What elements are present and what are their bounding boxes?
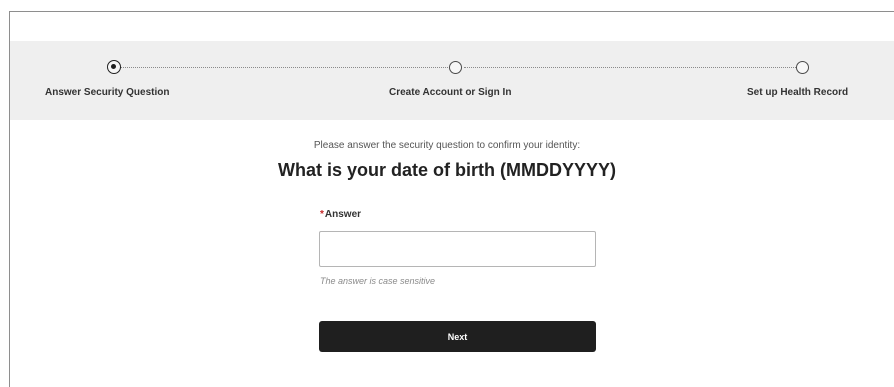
- step-connector-1: [120, 67, 448, 68]
- intro-text: Please answer the security question to c…: [313, 140, 581, 151]
- answer-label-text: Answer: [324, 209, 362, 220]
- progress-stepper: [10, 41, 894, 120]
- security-question: What is your date of birth (MMDDYYYY): [277, 160, 616, 180]
- step-label-answer-security-question: Answer Security Question: [45, 87, 170, 98]
- answer-input[interactable]: [319, 231, 596, 267]
- step-1-active-radio-icon: [107, 60, 121, 74]
- answer-label: *Answer: [320, 209, 361, 220]
- step-2-radio-icon: [449, 61, 462, 74]
- step-label-health-record: Set up Health Record: [747, 87, 849, 98]
- step-label-create-account: Create Account or Sign In: [389, 87, 512, 98]
- step-connector-2: [464, 67, 796, 68]
- required-marker: *: [320, 209, 324, 220]
- case-sensitive-hint: The answer is case sensitive: [320, 276, 436, 286]
- next-button[interactable]: Next: [319, 321, 596, 352]
- step-3-radio-icon: [796, 61, 809, 74]
